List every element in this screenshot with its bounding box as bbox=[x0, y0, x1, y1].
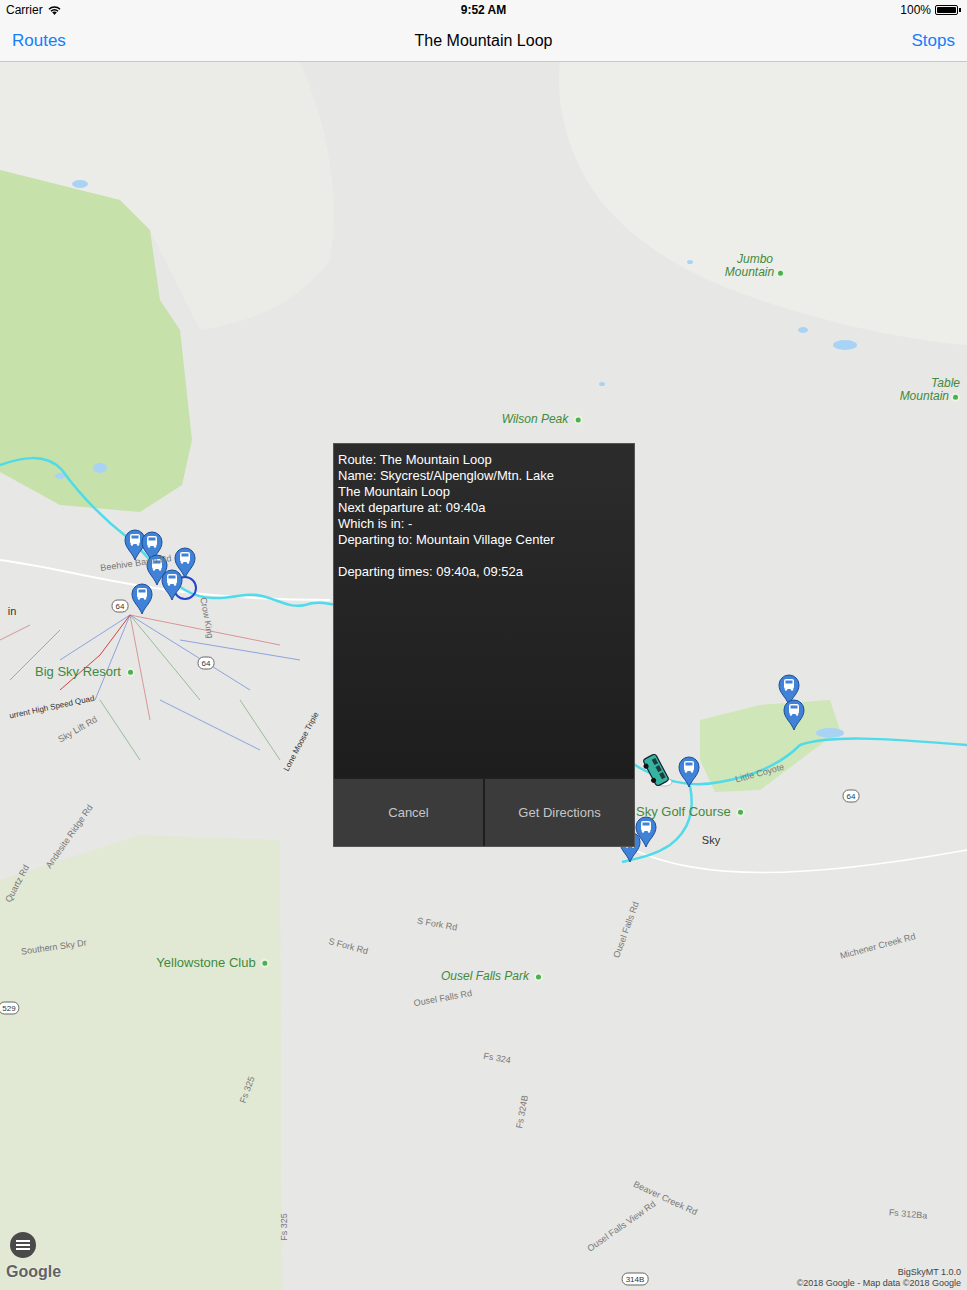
stop-info-dialog: Route: The Mountain LoopName: Skycrest/A… bbox=[333, 443, 635, 847]
dialog-line: Name: Skycrest/Alpenglow/Mtn. Lake bbox=[338, 468, 630, 484]
app-screen: Carrier 9:52 AM 100% Routes The Mountain… bbox=[0, 0, 967, 1290]
map-label: Wilson Peak bbox=[502, 413, 583, 426]
wifi-icon bbox=[47, 5, 62, 16]
attribution: BigSkyMT 1.0.0 ©2018 Google - Map data ©… bbox=[797, 1267, 961, 1289]
poi-icon bbox=[573, 416, 582, 425]
stops-button[interactable]: Stops bbox=[912, 31, 955, 51]
route-shield: 64 bbox=[112, 600, 129, 613]
clock: 9:52 AM bbox=[461, 3, 507, 17]
map[interactable]: Jumbo Mountain Table Mountain Wilson Peak B… bbox=[0, 62, 967, 1290]
club-area bbox=[0, 835, 282, 1290]
poi-icon bbox=[736, 807, 745, 816]
bus-vehicle-icon[interactable] bbox=[641, 753, 670, 787]
map-label: in bbox=[8, 605, 17, 617]
dialog-buttons: CancelGet Directions bbox=[334, 778, 634, 846]
nav-title: The Mountain Loop bbox=[415, 32, 553, 50]
terrain-area bbox=[559, 62, 967, 345]
dialog-line: Departing to: Mountain Village Center bbox=[338, 532, 630, 548]
status-bar: Carrier 9:52 AM 100% bbox=[0, 0, 967, 20]
bus-stop-pin[interactable] bbox=[679, 757, 699, 787]
departing-times: Departing times: 09:40a, 09:52a bbox=[338, 564, 630, 580]
routes-button[interactable]: Routes bbox=[12, 31, 66, 51]
bus-stop-pin[interactable] bbox=[784, 700, 804, 730]
menu-icon[interactable] bbox=[10, 1232, 36, 1258]
carrier-label: Carrier bbox=[6, 3, 43, 17]
bus-stop-pin[interactable] bbox=[132, 584, 152, 614]
map-label: Big Sky Resort bbox=[35, 665, 135, 679]
route-shield: 64 bbox=[198, 657, 215, 670]
nav-bar: Routes The Mountain Loop Stops bbox=[0, 20, 967, 62]
battery-icon bbox=[935, 5, 958, 15]
golf-area bbox=[700, 700, 840, 792]
poi-icon bbox=[776, 268, 785, 277]
poi-icon bbox=[951, 392, 960, 401]
map-label: Fs 325 bbox=[280, 1213, 290, 1241]
map-label: Sky Golf Course bbox=[636, 805, 745, 819]
dialog-button[interactable]: Get Directions bbox=[483, 779, 634, 846]
map-label: Table Mountain bbox=[898, 377, 960, 403]
dialog-line: Route: The Mountain Loop bbox=[338, 452, 630, 468]
google-logo: Google bbox=[6, 1263, 61, 1281]
poi-icon bbox=[126, 667, 135, 676]
forest-area bbox=[0, 170, 192, 512]
battery-percent: 100% bbox=[900, 3, 931, 17]
route-shield: 64 bbox=[843, 790, 860, 803]
map-label: Yellowstone Club bbox=[156, 956, 269, 970]
map-label: Ousel Falls Park bbox=[441, 970, 543, 983]
poi-icon bbox=[261, 958, 270, 967]
route-shield: 529 bbox=[0, 1002, 20, 1015]
map-attribution: ©2018 Google - Map data ©2018 Google bbox=[797, 1278, 961, 1289]
app-version: BigSkyMT 1.0.0 bbox=[898, 1267, 961, 1278]
dialog-button[interactable]: Cancel bbox=[334, 779, 483, 846]
map-label: Sky bbox=[702, 834, 720, 846]
poi-icon bbox=[534, 973, 543, 982]
dialog-line: The Mountain Loop bbox=[338, 484, 630, 500]
dialog-body: Route: The Mountain LoopName: Skycrest/A… bbox=[334, 444, 634, 778]
dialog-line: Which is in: - bbox=[338, 516, 630, 532]
dialog-line: Next departure at: 09:40a bbox=[338, 500, 630, 516]
map-label: Jumbo Mountain bbox=[724, 253, 786, 279]
bus-stop-pin[interactable] bbox=[162, 570, 182, 600]
route-shield: 314B bbox=[622, 1273, 649, 1286]
